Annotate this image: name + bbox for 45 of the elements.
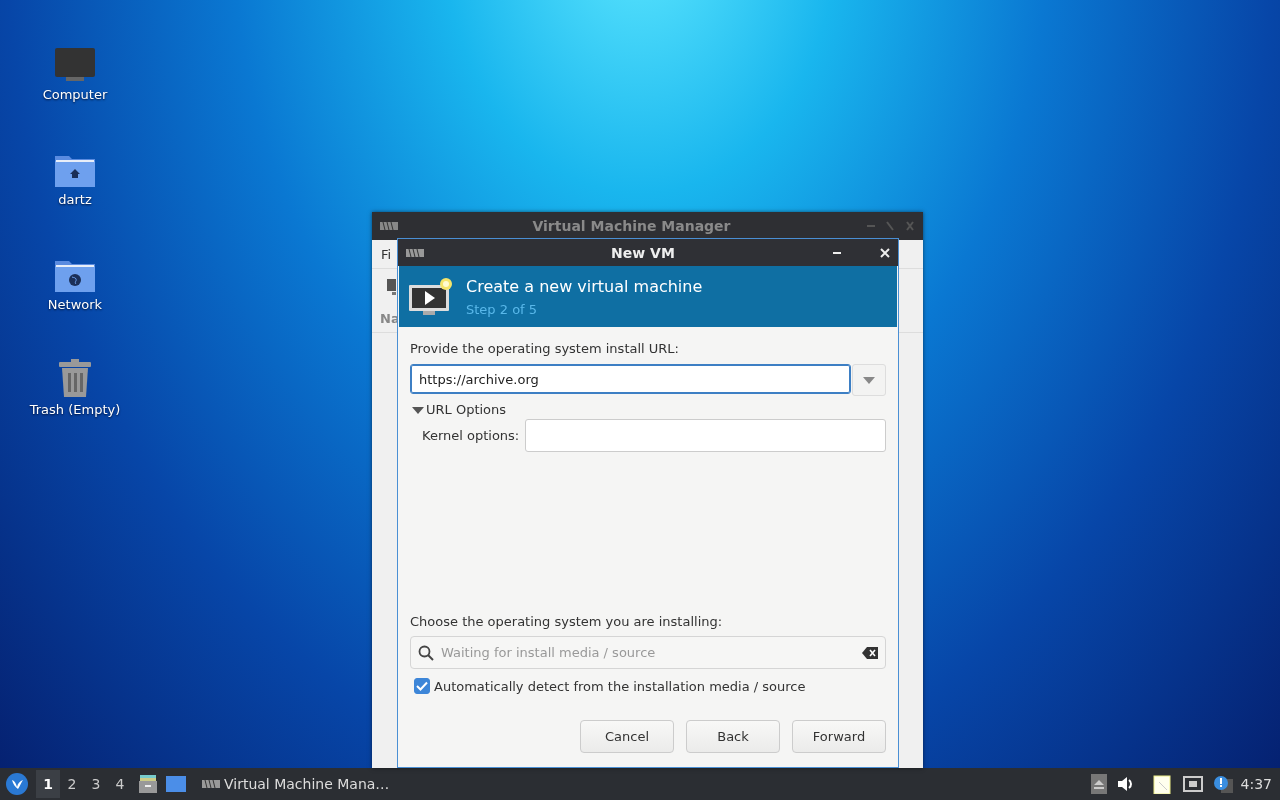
wizard-title: Create a new virtual machine [466, 276, 703, 296]
caret-icon [412, 404, 424, 415]
app-logo-icon [380, 221, 398, 231]
dialog-button[interactable]: Back [686, 720, 780, 753]
window-icon[interactable] [166, 775, 186, 793]
icon-label[interactable]: Network [47, 297, 103, 312]
taskbar-task[interactable]: Virtual Machine Mana… [198, 769, 394, 799]
field-label: Choose the operating system you are installing: [410, 614, 724, 629]
notification-icon[interactable] [1212, 775, 1233, 793]
window-controls-icon [865, 221, 915, 231]
checkbox-label[interactable]: Automatically detect from the installation media / source [434, 678, 806, 694]
file-cabinet-icon[interactable] [138, 774, 158, 794]
kernel-options-field[interactable] [525, 419, 886, 452]
window-title: Virtual Machine Manager [531, 218, 732, 234]
url-field[interactable]: https://archive.org [410, 364, 851, 394]
start-menu-icon[interactable] [6, 773, 28, 795]
search-icon [418, 645, 434, 661]
clear-icon[interactable] [862, 647, 878, 659]
volume-icon[interactable] [1116, 776, 1133, 792]
dialog-button[interactable]: Cancel [580, 720, 674, 753]
wizard-step: Step 2 of 5 [466, 301, 703, 317]
checkbox[interactable] [414, 678, 430, 694]
url-options-expander[interactable]: URL Options [410, 402, 509, 417]
clock[interactable]: 4:37 [1240, 776, 1272, 792]
dropdown-button[interactable] [852, 364, 886, 396]
field-label: Provide the operating system install URL: [410, 341, 680, 356]
workspace-button[interactable]: 1 [36, 770, 60, 798]
dialog-button[interactable]: Forward [792, 720, 886, 753]
icon-label[interactable]: Trash (Empty) [29, 402, 121, 417]
workspace-button[interactable]: 4 [108, 770, 132, 798]
os-search-field[interactable]: Waiting for install media / source [410, 636, 886, 669]
icon-label[interactable]: dartz [58, 192, 92, 207]
app-logo-icon [406, 247, 424, 258]
app-logo-icon [202, 779, 220, 789]
dialog-title: New VM [610, 244, 676, 261]
workspace-button[interactable]: 2 [60, 770, 84, 798]
menu-item[interactable]: Fi [381, 246, 392, 262]
field-label: Kernel options: [422, 428, 520, 443]
eject-icon[interactable] [1090, 774, 1107, 794]
close-icon[interactable] [880, 247, 890, 258]
trash-icon [56, 358, 94, 398]
workspace-button[interactable]: 3 [84, 770, 108, 798]
icon-label[interactable]: Computer [42, 87, 108, 102]
caret-icon [863, 376, 875, 384]
monitor-play-icon [408, 275, 454, 318]
